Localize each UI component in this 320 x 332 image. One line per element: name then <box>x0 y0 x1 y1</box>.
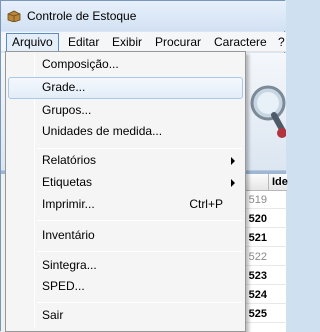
table-row[interactable]: 524 <box>242 286 287 304</box>
menu-separator <box>37 302 242 303</box>
window-title: Controle de Estoque <box>27 9 137 23</box>
grid-cell: 521 <box>248 232 267 244</box>
menu-item-label: Inventário <box>42 228 95 242</box>
menu-editar[interactable]: Editar <box>63 33 104 51</box>
table-row[interactable]: 521 <box>242 229 287 247</box>
menu-item-label: Relatórios <box>42 153 97 167</box>
grid-column-header[interactable]: Ide <box>272 176 288 188</box>
menu-item-shortcut: Ctrl+P <box>189 197 223 211</box>
menu-item-label: Etiquetas <box>42 175 93 189</box>
menu-caractere[interactable]: Caractere <box>209 33 272 51</box>
menu-item-etiquetas[interactable]: Etiquetas <box>8 172 243 194</box>
grid-cell: 520 <box>248 213 267 225</box>
menu-item-grupos[interactable]: Grupos... <box>8 100 243 122</box>
menu-item-composicao[interactable]: Composição... <box>8 54 243 76</box>
menu-item-label: Grupos... <box>42 103 92 117</box>
menu-item-label: Sintegra... <box>42 258 97 272</box>
menu-item-label: Grade... <box>42 80 86 94</box>
menu-item-label: Imprimir... <box>42 197 95 211</box>
column-separator <box>268 174 269 191</box>
menu-separator <box>37 220 242 221</box>
menu-item-sped[interactable]: SPED... <box>8 276 243 298</box>
menu-item-relatorios[interactable]: Relatórios <box>8 150 243 172</box>
menu-help[interactable]: ? <box>273 33 290 51</box>
menu-exibir[interactable]: Exibir <box>107 33 147 51</box>
grid-cell: 524 <box>248 289 267 301</box>
table-row[interactable]: 523 <box>242 267 287 285</box>
menu-item-grade[interactable]: Grade... <box>8 77 243 99</box>
grid-cell: 519 <box>248 194 267 206</box>
title-bar[interactable]: Controle de Estoque <box>1 1 286 31</box>
data-grid[interactable]: Ide 519 520 521 522 523 524 525 <box>241 174 288 332</box>
menu-procurar[interactable]: Procurar <box>150 33 206 51</box>
table-row[interactable]: 525 <box>242 305 287 323</box>
box-app-icon <box>7 10 21 22</box>
grid-header: Ide <box>242 174 288 191</box>
menu-item-inventario[interactable]: Inventário <box>8 225 243 247</box>
grid-cell: 522 <box>248 251 267 263</box>
arquivo-dropdown-menu: Composição... Grade... Grupos... Unidade… <box>5 51 246 332</box>
menu-separator <box>37 148 242 149</box>
menu-item-sair[interactable]: Sair <box>8 305 243 327</box>
magnifier-tool-icon[interactable] <box>244 77 286 143</box>
table-row[interactable]: 519 <box>242 191 287 209</box>
app-window: Controle de Estoque Arquivo Editar Exibi… <box>0 0 288 332</box>
menu-item-label: Sair <box>42 308 64 322</box>
grid-cell: 523 <box>248 270 267 282</box>
menu-item-label: Composição... <box>42 57 119 71</box>
menu-item-imprimir[interactable]: Imprimir... Ctrl+P <box>8 194 243 216</box>
table-row[interactable]: 520 <box>242 210 287 228</box>
menu-item-sintegra[interactable]: Sintegra... <box>8 255 243 277</box>
submenu-arrow-icon <box>231 157 235 165</box>
menu-item-unidades[interactable]: Unidades de medida... <box>8 121 243 143</box>
menu-item-label: SPED... <box>42 279 85 293</box>
menu-bar: Arquivo Editar Exibir Procurar Caractere… <box>1 32 286 52</box>
submenu-arrow-icon <box>231 179 235 187</box>
menu-item-label: Unidades de medida... <box>42 124 163 138</box>
grid-cell: 525 <box>248 308 267 320</box>
table-row[interactable]: 522 <box>242 248 287 266</box>
menu-separator <box>37 251 242 252</box>
menu-arquivo[interactable]: Arquivo <box>6 33 59 51</box>
